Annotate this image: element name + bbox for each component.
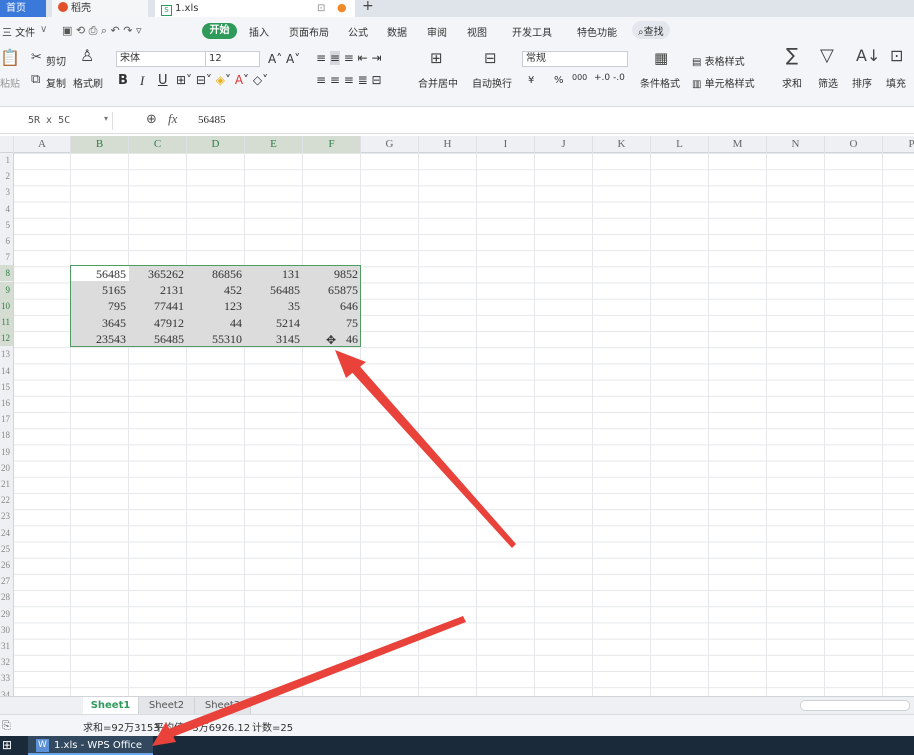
red-arrow-shaft-2 [166,616,466,738]
annotation-arrows [152,350,516,746]
red-arrow-shaft-1 [348,362,516,548]
